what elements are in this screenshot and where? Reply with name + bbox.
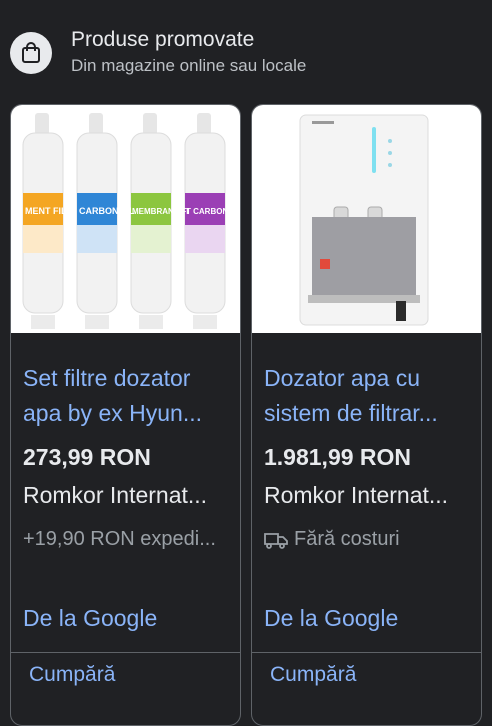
source-link[interactable]: De la Google bbox=[264, 605, 398, 632]
source-link[interactable]: De la Google bbox=[23, 605, 157, 632]
product-title-link[interactable]: Set filtre dozator apa by ex Hyun... bbox=[23, 361, 235, 431]
shopping-bag-icon bbox=[10, 32, 52, 74]
section-title: Produse promovate bbox=[71, 28, 255, 51]
filter-label-3: MEMBRANE FI bbox=[132, 207, 188, 216]
product-price: 1.981,99 RON bbox=[264, 444, 412, 470]
product-card-filter-set[interactable]: MENT FILT CARBON FIL MEMBRANE FI T CARBO… bbox=[10, 104, 241, 726]
promoted-products-header: Produse promovate Din magazine online sa… bbox=[0, 0, 492, 100]
truck-icon bbox=[264, 531, 288, 549]
store-name: Romkor Internat... bbox=[23, 482, 208, 508]
buy-button[interactable]: Cumpără bbox=[29, 663, 115, 687]
filter-label-4: T CARBON FI bbox=[186, 207, 238, 216]
section-subtitle: Din magazine online sau locale bbox=[71, 56, 307, 75]
product-card-water-dispenser[interactable]: Dozator apa cu sistem de filtrar... 1.98… bbox=[251, 104, 482, 726]
product-image-dispenser[interactable] bbox=[252, 105, 481, 333]
divider bbox=[11, 652, 240, 653]
store-name: Romkor Internat... bbox=[264, 482, 449, 508]
divider bbox=[252, 652, 481, 653]
shipping-info: +19,90 RON expedi... bbox=[23, 528, 216, 550]
filter-label-2: CARBON FIL bbox=[79, 206, 135, 216]
product-image-filters[interactable]: MENT FILT CARBON FIL MEMBRANE FI T CARBO… bbox=[11, 105, 240, 333]
product-title-link[interactable]: Dozator apa cu sistem de filtrar... bbox=[264, 361, 476, 431]
buy-button[interactable]: Cumpără bbox=[270, 663, 356, 687]
shipping-info: Fără costuri bbox=[264, 528, 476, 551]
filter-label-1: MENT FILT bbox=[25, 206, 72, 216]
product-price: 273,99 RON bbox=[23, 444, 151, 470]
